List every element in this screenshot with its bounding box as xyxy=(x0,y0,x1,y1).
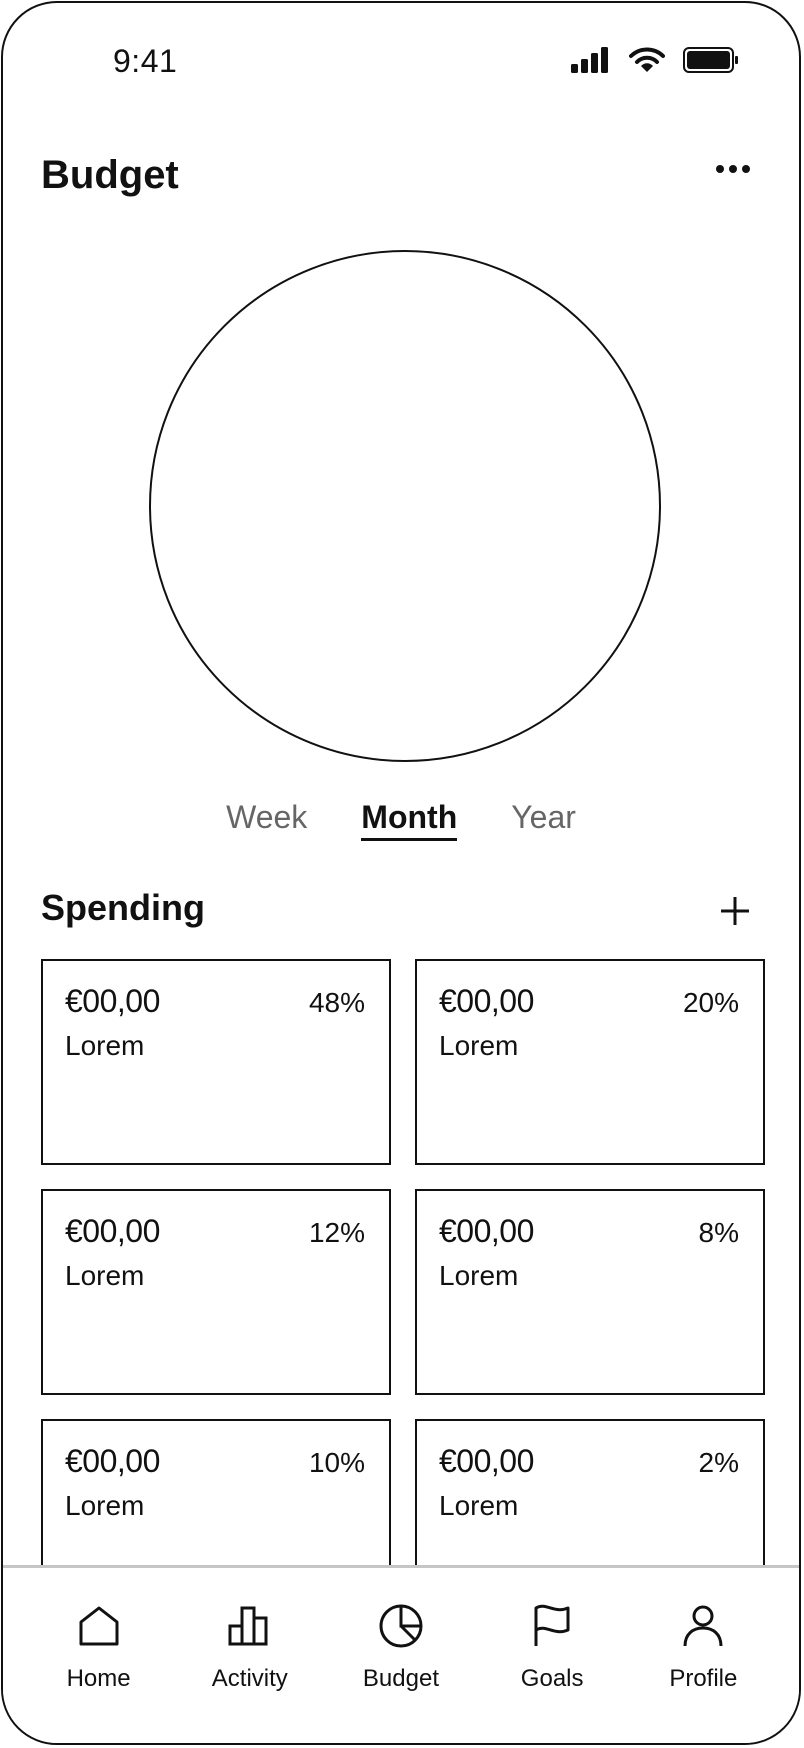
home-icon xyxy=(75,1602,123,1655)
budget-chart xyxy=(148,249,662,763)
bar-chart-icon xyxy=(226,1602,274,1655)
page-title: Budget xyxy=(41,153,179,197)
cellular-signal-icon xyxy=(571,47,611,78)
card-percent: 48% xyxy=(308,987,365,1018)
card-percent: 8% xyxy=(698,1217,739,1248)
battery-icon xyxy=(683,47,739,78)
tab-month[interactable]: Month xyxy=(361,799,458,841)
card-label: Lorem xyxy=(65,1490,145,1521)
spending-card[interactable]: €00,00 Lorem 8% xyxy=(415,1189,765,1395)
tab-week[interactable]: Week xyxy=(226,799,307,841)
card-percent: 12% xyxy=(308,1217,365,1248)
more-horizontal-icon xyxy=(715,161,751,179)
phone-frame: 9:41 Budget Week Month Year Spending €00… xyxy=(1,1,801,1745)
card-percent: 20% xyxy=(682,987,739,1018)
card-amount: €00,00 xyxy=(439,1443,534,1479)
card-label: Lorem xyxy=(65,1030,145,1061)
card-label: Lorem xyxy=(439,1030,519,1061)
nav-activity[interactable]: Activity xyxy=(180,1568,320,1693)
card-percent: 10% xyxy=(308,1447,365,1478)
card-label: Lorem xyxy=(439,1260,519,1291)
nav-label: Budget xyxy=(362,1665,439,1692)
period-tabs: Week Month Year xyxy=(3,799,799,841)
status-time: 9:41 xyxy=(113,43,178,79)
wifi-icon xyxy=(629,47,665,78)
card-amount: €00,00 xyxy=(439,1213,534,1249)
add-spending-button[interactable] xyxy=(715,891,755,931)
plus-icon xyxy=(715,897,755,935)
flag-icon xyxy=(528,1602,576,1655)
card-label: Lorem xyxy=(439,1490,519,1521)
nav-goals[interactable]: Goals xyxy=(482,1568,622,1693)
spending-title: Spending xyxy=(41,887,205,928)
spending-card[interactable]: €00,00 Lorem 48% xyxy=(41,959,391,1165)
nav-label: Profile xyxy=(669,1665,738,1692)
status-icons xyxy=(571,47,739,78)
spending-card[interactable]: €00,00 Lorem 20% xyxy=(415,959,765,1165)
card-label: Lorem xyxy=(65,1260,145,1291)
more-options-button[interactable] xyxy=(711,157,755,183)
user-icon xyxy=(679,1602,727,1655)
card-percent: 2% xyxy=(698,1447,739,1478)
nav-budget[interactable]: Budget xyxy=(331,1568,471,1693)
nav-label: Home xyxy=(66,1665,131,1692)
spending-card[interactable]: €00,00 Lorem 12% xyxy=(41,1189,391,1395)
spending-grid: €00,00 Lorem 48% €00,00 Lorem 20% €00,00… xyxy=(41,959,769,1625)
nav-home[interactable]: Home xyxy=(29,1568,169,1693)
nav-profile[interactable]: Profile xyxy=(633,1568,773,1693)
chart-circle xyxy=(149,250,661,762)
tab-year[interactable]: Year xyxy=(511,799,576,841)
pie-chart-icon xyxy=(377,1602,425,1655)
bottom-tab-bar: Home Activity Budget Goals Profile xyxy=(3,1565,799,1743)
nav-label: Goals xyxy=(520,1665,584,1692)
nav-label: Activity xyxy=(211,1665,288,1692)
